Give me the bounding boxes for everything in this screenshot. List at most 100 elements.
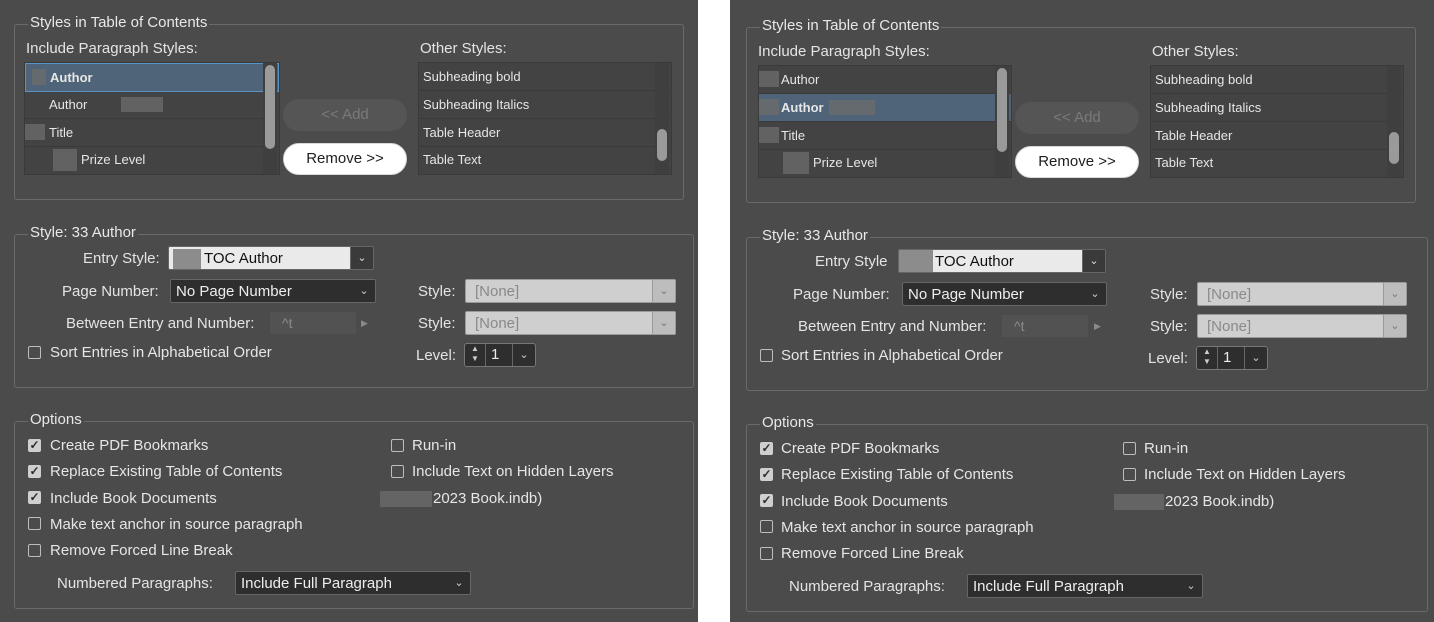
triangle-right-icon[interactable]: ▶ [1094,321,1101,332]
chevron-down-icon[interactable]: ⌄ [1084,283,1106,305]
options-legend: Options [760,414,816,432]
run-in-checkbox[interactable] [391,439,404,452]
list-item[interactable]: Title [25,119,279,147]
chevron-down-icon[interactable]: ⌄ [1244,347,1267,369]
other-list-scrollbar[interactable] [655,63,669,174]
between-entry-field[interactable]: ^t [270,312,356,334]
style-label-2: Style: [418,315,456,332]
chevron-down-icon[interactable]: ⌄ [1383,283,1406,305]
chevron-down-icon[interactable]: ⌄ [512,344,535,366]
list-item[interactable]: Subheading bold [419,63,671,91]
page-number-dropdown[interactable]: No Page Number ⌄ [902,282,1107,306]
entry-style-dropdown[interactable]: TOC Author ⌄ [168,246,374,270]
chevron-down-icon[interactable]: ⌄ [353,280,375,302]
include-list-scrollbar[interactable] [263,63,277,174]
numbered-paragraphs-value: Include Full Paragraph [241,575,392,592]
remove-forced-line-break-checkbox[interactable] [760,547,773,560]
list-item[interactable]: Title [759,122,1011,150]
scrollbar-thumb[interactable] [265,65,275,149]
list-item[interactable]: Author [25,63,279,92]
style-label-1: Style: [1150,286,1188,303]
list-item[interactable]: Subheading bold [1151,66,1403,94]
list-item-label: Subheading bold [1155,72,1253,87]
numbered-paragraphs-dropdown[interactable]: Include Full Paragraph ⌄ [235,571,471,595]
scrollbar-thumb[interactable] [657,129,667,161]
list-item-label: Author [781,100,824,115]
chevron-down-icon[interactable]: ⌄ [1180,575,1202,597]
list-item[interactable]: Table Header [1151,122,1403,150]
list-item-label: Subheading bold [423,69,521,84]
chevron-down-icon[interactable]: ⌄ [652,280,675,302]
entry-style-value: TOC Author [204,250,283,267]
remove-forced-line-break-label: Remove Forced Line Break [50,542,233,559]
list-item[interactable]: Table Header [419,119,671,147]
numbered-paragraphs-label: Numbered Paragraphs: [57,575,213,592]
other-styles-list[interactable]: Subheading bold Subheading Italics Table… [418,62,672,175]
other-styles-list[interactable]: Subheading bold Subheading Italics Table… [1150,65,1404,178]
list-item[interactable]: Table Text [419,146,671,173]
redacted-block [380,491,432,507]
entry-style-label: Entry Style [815,253,888,270]
include-hidden-layers-checkbox[interactable] [1123,468,1136,481]
list-item[interactable]: Author [759,94,1011,122]
scrollbar-thumb[interactable] [1389,132,1399,164]
scrollbar-thumb[interactable] [997,68,1007,152]
level-stepper[interactable]: ▲ ▼ 1 ⌄ [464,343,536,367]
create-pdf-bookmarks-checkbox[interactable]: ✓ [28,439,41,452]
list-item[interactable]: Subheading Italics [1151,94,1403,122]
replace-existing-toc-checkbox[interactable]: ✓ [28,465,41,478]
replace-existing-toc-checkbox[interactable]: ✓ [760,468,773,481]
remove-button[interactable]: Remove >> [283,143,407,175]
separator-style-dropdown[interactable]: [None] ⌄ [465,311,676,335]
list-item-label: Title [49,125,74,140]
make-text-anchor-checkbox[interactable] [760,520,773,533]
stepper-arrows-icon[interactable]: ▲ ▼ [465,344,486,366]
entry-style-dropdown[interactable]: TOC Author ⌄ [898,249,1106,273]
sort-alphabetical-checkbox[interactable] [28,346,41,359]
entry-style-label: Entry Style: [83,250,160,267]
remove-button[interactable]: Remove >> [1015,146,1139,178]
other-list-scrollbar[interactable] [1387,66,1401,177]
include-styles-list[interactable]: Author Author Title Prize Level [24,62,280,175]
chevron-down-icon[interactable]: ⌄ [448,572,470,594]
include-hidden-layers-checkbox[interactable] [391,465,404,478]
chevron-down-icon[interactable]: ⌄ [652,312,675,334]
list-item[interactable]: Table Text [1151,149,1403,176]
page-number-style-dropdown[interactable]: [None] ⌄ [465,279,676,303]
style-settings-legend: Style: 33 Author [760,227,870,245]
stepper-arrows-icon[interactable]: ▲ ▼ [1197,347,1218,369]
include-book-documents-checkbox[interactable]: ✓ [760,494,773,507]
chevron-down-icon[interactable]: ⌄ [350,247,373,269]
list-item-label: Title [781,128,806,143]
chevron-down-icon[interactable]: ⌄ [1383,315,1406,337]
include-styles-list[interactable]: Author Author Title Prize Level [758,65,1012,178]
entry-style-value: TOC Author [935,253,1014,270]
list-item[interactable]: Prize Level [759,149,1011,176]
create-pdf-bookmarks-checkbox[interactable]: ✓ [760,442,773,455]
list-item[interactable]: Author [25,91,279,119]
page-number-dropdown[interactable]: No Page Number ⌄ [170,279,376,303]
list-item[interactable]: Subheading Italics [419,91,671,119]
page-number-style-value: [None] [1207,286,1252,303]
include-hidden-layers-label: Include Text on Hidden Layers [412,463,614,480]
add-button[interactable]: << Add [1015,102,1139,134]
sort-alphabetical-checkbox[interactable] [760,349,773,362]
make-text-anchor-checkbox[interactable] [28,517,41,530]
between-entry-field[interactable]: ^t [1002,315,1088,337]
list-item-label: Author [49,97,88,112]
list-item-label: Table Header [1155,128,1233,143]
run-in-checkbox[interactable] [1123,442,1136,455]
page-number-style-dropdown[interactable]: [None] ⌄ [1197,282,1407,306]
include-list-scrollbar[interactable] [995,66,1009,177]
numbered-paragraphs-dropdown[interactable]: Include Full Paragraph ⌄ [967,574,1203,598]
list-item[interactable]: Prize Level [25,146,279,173]
page-number-value: No Page Number [176,283,292,300]
include-book-documents-checkbox[interactable]: ✓ [28,491,41,504]
separator-style-dropdown[interactable]: [None] ⌄ [1197,314,1407,338]
add-button[interactable]: << Add [283,99,407,131]
triangle-right-icon[interactable]: ▶ [361,318,368,329]
chevron-down-icon[interactable]: ⌄ [1082,250,1105,272]
list-item[interactable]: Author [759,66,1011,94]
level-stepper[interactable]: ▲ ▼ 1 ⌄ [1196,346,1268,370]
remove-forced-line-break-checkbox[interactable] [28,544,41,557]
